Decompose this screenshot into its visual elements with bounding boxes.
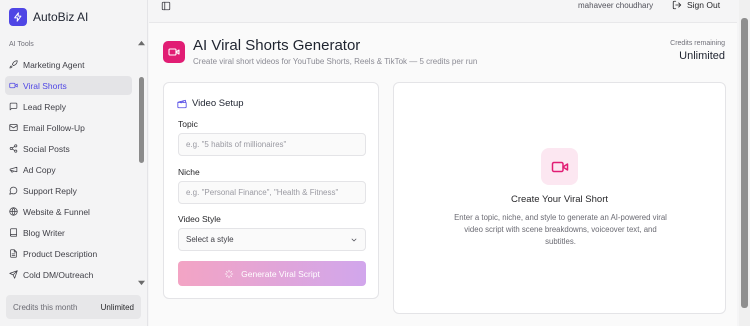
video-icon bbox=[9, 82, 18, 89]
sidebar-item-lead-reply[interactable]: Lead Reply bbox=[5, 97, 132, 116]
section-label: AI Tools bbox=[9, 41, 34, 48]
topic-label: Topic bbox=[178, 119, 198, 129]
generate-viral-script-button[interactable]: Generate Viral Script bbox=[178, 261, 366, 286]
user-name: mahaveer choudhary bbox=[578, 1, 654, 10]
niche-label: Niche bbox=[178, 167, 200, 177]
sign-out-label: Sign Out bbox=[687, 0, 721, 10]
book-icon bbox=[10, 228, 17, 237]
sidebar-nav: Marketing Agent Viral Shorts Lead Reply … bbox=[5, 55, 132, 286]
scroll-up-icon[interactable] bbox=[138, 40, 145, 47]
sidebar-item-blog-writer[interactable]: Blog Writer bbox=[5, 223, 132, 242]
sidebar-item-label: Viral Shorts bbox=[23, 80, 67, 91]
page-scrollbar[interactable] bbox=[739, 0, 750, 326]
sidebar-item-label: Product Description bbox=[23, 248, 98, 259]
credits-value: Unlimited bbox=[100, 302, 134, 312]
credits-remaining-value: Unlimited bbox=[679, 50, 725, 62]
topbar: mahaveer choudhary Sign Out bbox=[149, 0, 737, 14]
sidebar-item-viral-shorts[interactable]: Viral Shorts bbox=[5, 76, 132, 95]
mail-icon bbox=[9, 124, 18, 131]
sparkles-icon bbox=[224, 269, 234, 278]
sidebar-item-product-description[interactable]: Product Description bbox=[5, 244, 132, 263]
send-icon bbox=[9, 270, 18, 279]
sidebar-item-cold-dm-outreach[interactable]: Cold DM/Outreach bbox=[5, 265, 132, 284]
sidebar-item-support-reply[interactable]: Support Reply bbox=[5, 181, 132, 200]
main-content: AI Viral Shorts Generator Create viral s… bbox=[149, 22, 737, 326]
setup-title: Video Setup bbox=[177, 98, 244, 109]
sidebar-item-marketing-agent[interactable]: Marketing Agent bbox=[5, 55, 132, 74]
sidebar-item-email-follow-up[interactable]: Email Follow-Up bbox=[5, 118, 132, 137]
sidebar-item-ad-copy[interactable]: Ad Copy bbox=[5, 160, 132, 179]
clapperboard-icon bbox=[177, 99, 187, 108]
page-title: AI Viral Shorts Generator bbox=[193, 37, 361, 54]
sidebar: AutoBiz AI AI Tools Marketing Agent Vira… bbox=[0, 0, 148, 326]
output-empty-state: Create Your Viral Short Enter a topic, n… bbox=[393, 82, 726, 314]
megaphone-icon bbox=[9, 166, 18, 173]
sign-out-button[interactable]: Sign Out bbox=[672, 0, 720, 10]
generate-button-label: Generate Viral Script bbox=[241, 268, 320, 279]
reply-icon bbox=[9, 102, 18, 111]
credits-summary: Credits this month Unlimited bbox=[6, 295, 141, 319]
brand[interactable]: AutoBiz AI bbox=[9, 8, 88, 26]
sidebar-item-label: Ad Copy bbox=[23, 164, 56, 175]
rocket-icon bbox=[9, 60, 18, 69]
sidebar-item-label: Blog Writer bbox=[23, 227, 65, 238]
sidebar-item-label: Lead Reply bbox=[23, 101, 67, 112]
document-icon bbox=[10, 249, 17, 258]
video-icon bbox=[163, 41, 185, 63]
logout-icon bbox=[672, 0, 682, 10]
page-scroll-thumb[interactable] bbox=[741, 18, 748, 308]
video-setup-card: Video Setup Topic Niche Video Style Sele… bbox=[163, 82, 379, 299]
page-subtitle: Create viral short videos for YouTube Sh… bbox=[193, 57, 478, 66]
empty-state-title: Create Your Viral Short bbox=[511, 194, 608, 205]
credits-remaining-label: Credits remaining bbox=[670, 40, 725, 47]
sidebar-item-website-funnel[interactable]: Website & Funnel bbox=[5, 202, 132, 221]
scroll-down-icon[interactable] bbox=[138, 279, 145, 286]
sidebar-item-label: Website & Funnel bbox=[23, 206, 90, 217]
chat-icon bbox=[9, 186, 18, 195]
sidebar-scrollbar[interactable] bbox=[138, 40, 145, 286]
video-style-label: Video Style bbox=[178, 214, 221, 224]
globe-icon bbox=[9, 207, 18, 216]
sidebar-toggle-icon[interactable] bbox=[161, 1, 171, 11]
sidebar-item-social-posts[interactable]: Social Posts bbox=[5, 139, 132, 158]
empty-state-description: Enter a topic, niche, and style to gener… bbox=[454, 213, 667, 246]
video-style-value: Select a style bbox=[186, 235, 234, 244]
sidebar-item-label: Social Posts bbox=[23, 143, 70, 154]
topic-input[interactable] bbox=[178, 133, 366, 156]
chevron-down-icon bbox=[351, 238, 357, 241]
niche-input[interactable] bbox=[178, 181, 366, 204]
credits-label: Credits this month bbox=[13, 302, 78, 312]
video-icon bbox=[541, 148, 578, 185]
sidebar-item-label: Email Follow-Up bbox=[23, 122, 85, 133]
lightning-icon bbox=[9, 8, 27, 26]
share-icon bbox=[9, 144, 18, 153]
setup-title-label: Video Setup bbox=[192, 98, 244, 109]
sidebar-scroll-thumb[interactable] bbox=[139, 77, 144, 163]
app-name: AutoBiz AI bbox=[33, 10, 89, 24]
video-style-select[interactable]: Select a style bbox=[178, 228, 366, 251]
sidebar-item-label: Marketing Agent bbox=[23, 59, 85, 70]
sidebar-item-label: Support Reply bbox=[23, 185, 77, 196]
sidebar-item-label: Cold DM/Outreach bbox=[23, 269, 94, 280]
